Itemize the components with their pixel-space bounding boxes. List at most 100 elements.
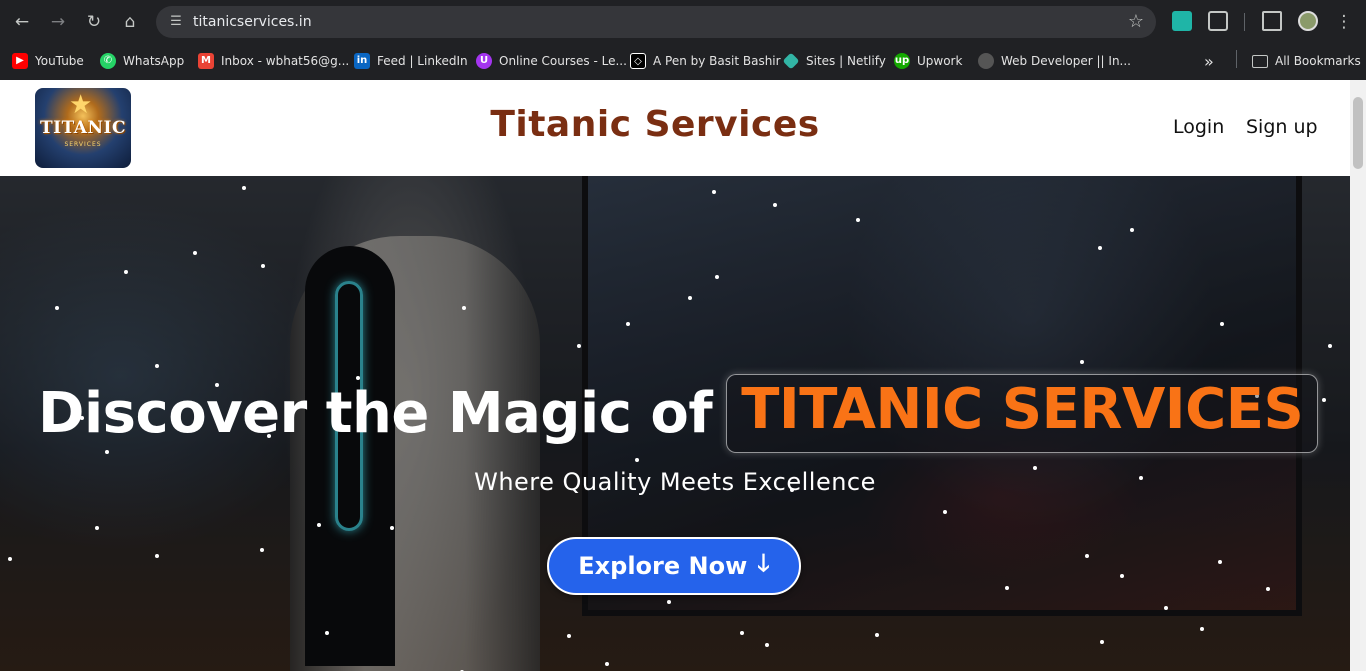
star-particle — [715, 275, 719, 279]
star-particle — [567, 634, 571, 638]
site-title: Titanic Services — [490, 104, 820, 145]
star-particle — [462, 306, 466, 310]
bookmark-label: Online Courses - Le... — [499, 54, 627, 68]
bookmark-label: Web Developer || In... — [1001, 54, 1131, 68]
forward-icon[interactable]: → — [44, 8, 72, 36]
whatsapp-icon: ✆ — [100, 53, 116, 69]
star-particle — [577, 344, 581, 348]
side-panel-icon[interactable] — [1262, 11, 1282, 31]
star-particle — [635, 458, 639, 462]
gmail-icon: M — [198, 53, 214, 69]
star-particle — [193, 251, 197, 255]
star-particle — [943, 510, 947, 514]
explore-now-button[interactable]: Explore Now 🡓 — [547, 537, 801, 595]
hero-subheading: Where Quality Meets Excellence — [474, 468, 876, 496]
bookmark-netlify[interactable]: Sites | Netlify — [782, 51, 886, 71]
star-particle — [875, 633, 879, 637]
web-page: ★ TITANIC SERVICES Titanic Services Logi… — [0, 80, 1350, 671]
bookmark-label: Inbox - wbhat56@g... — [221, 54, 350, 68]
star-particle — [390, 526, 394, 530]
star-particle — [856, 218, 860, 222]
all-bookmarks[interactable]: All Bookmarks — [1252, 51, 1361, 71]
site-header: ★ TITANIC SERVICES Titanic Services Logi… — [0, 80, 1350, 176]
upwork-icon: up — [894, 53, 910, 69]
star-particle — [740, 631, 744, 635]
youtube-icon: ▶ — [12, 53, 28, 69]
star-particle — [1218, 560, 1222, 564]
star-particle — [667, 600, 671, 604]
hero-section: Discover the Magic of TITANIC SERVICES Wh… — [0, 176, 1350, 671]
bookmark-youtube[interactable]: ▶ YouTube — [12, 51, 84, 71]
back-icon[interactable]: ← — [8, 8, 36, 36]
linkedin-icon: in — [354, 53, 370, 69]
all-bookmarks-label: All Bookmarks — [1275, 54, 1361, 68]
bookmark-label: YouTube — [35, 54, 84, 68]
star-particle — [242, 186, 246, 190]
explore-now-label: Explore Now — [578, 552, 748, 580]
star-particle — [155, 554, 159, 558]
address-bar[interactable]: ☰ titanicservices.in ☆ — [156, 6, 1156, 38]
bookmarks-divider — [1236, 50, 1237, 68]
signup-link[interactable]: Sign up — [1246, 116, 1318, 138]
star-particle — [1328, 344, 1332, 348]
page-scrollbar[interactable] — [1350, 80, 1366, 671]
bookmark-label: A Pen by Basit Bashir — [653, 54, 781, 68]
home-icon[interactable]: ⌂ — [116, 8, 144, 36]
star-particle — [1200, 627, 1204, 631]
hero-heading: Discover the Magic of TITANIC SERVICES — [38, 374, 1319, 453]
toolbar-divider — [1244, 13, 1245, 31]
star-particle — [124, 270, 128, 274]
bookmark-web-developer[interactable]: Web Developer || In... — [978, 51, 1131, 71]
bookmark-star-icon[interactable]: ☆ — [1128, 10, 1144, 34]
extension-icon[interactable] — [1172, 11, 1192, 31]
bookmark-label: Feed | LinkedIn — [377, 54, 468, 68]
star-particle — [261, 264, 265, 268]
star-particle — [260, 548, 264, 552]
reload-icon[interactable]: ↻ — [80, 8, 108, 36]
url-text: titanicservices.in — [193, 14, 312, 30]
star-particle — [8, 557, 12, 561]
star-particle — [325, 631, 329, 635]
star-particle — [765, 643, 769, 647]
login-link[interactable]: Login — [1173, 116, 1224, 138]
star-particle — [1322, 398, 1326, 402]
star-particle — [1100, 640, 1104, 644]
star-particle — [688, 296, 692, 300]
bookmarks-bar: ▶ YouTube ✆ WhatsApp M Inbox - wbhat56@g… — [0, 43, 1366, 80]
netlify-icon — [782, 52, 800, 70]
star-particle — [773, 203, 777, 207]
star-particle — [317, 523, 321, 527]
arrow-down-icon: 🡓 — [757, 548, 770, 577]
star-particle — [605, 662, 609, 666]
bookmark-gmail[interactable]: M Inbox - wbhat56@g... — [198, 51, 349, 71]
site-info-icon[interactable]: ☰ — [166, 12, 186, 32]
scrollbar-thumb[interactable] — [1353, 97, 1363, 169]
star-particle — [1130, 228, 1134, 232]
hero-heading-lead: Discover the Magic of — [38, 381, 713, 446]
hero-heading-highlight: TITANIC SERVICES — [741, 377, 1304, 442]
star-particle — [1266, 587, 1270, 591]
bookmark-upwork[interactable]: up Upwork — [894, 51, 962, 71]
star-particle — [1220, 322, 1224, 326]
codepen-icon: ◇ — [630, 53, 646, 69]
udemy-icon: U — [476, 53, 492, 69]
bookmark-codepen[interactable]: ◇ A Pen by Basit Bashir — [630, 51, 781, 71]
bookmark-udemy[interactable]: U Online Courses - Le... — [476, 51, 627, 71]
browser-toolbar: ← → ↻ ⌂ ☰ titanicservices.in ☆ ⋮ — [0, 0, 1366, 43]
extensions-puzzle-icon[interactable] — [1208, 11, 1228, 31]
star-particle — [1164, 606, 1168, 610]
star-particle — [1080, 360, 1084, 364]
star-particle — [1005, 586, 1009, 590]
folder-icon — [1252, 54, 1268, 68]
star-particle — [1085, 554, 1089, 558]
bookmark-linkedin[interactable]: in Feed | LinkedIn — [354, 51, 468, 71]
bookmark-label: Upwork — [917, 54, 963, 68]
avatar[interactable] — [1298, 11, 1318, 31]
more-menu-icon[interactable]: ⋮ — [1330, 8, 1358, 36]
star-particle — [95, 526, 99, 530]
more-bookmarks-icon[interactable]: » — [1204, 51, 1214, 71]
star-particle — [1120, 574, 1124, 578]
star-particle — [155, 364, 159, 368]
bookmark-whatsapp[interactable]: ✆ WhatsApp — [100, 51, 184, 71]
profile-icon — [978, 53, 994, 69]
